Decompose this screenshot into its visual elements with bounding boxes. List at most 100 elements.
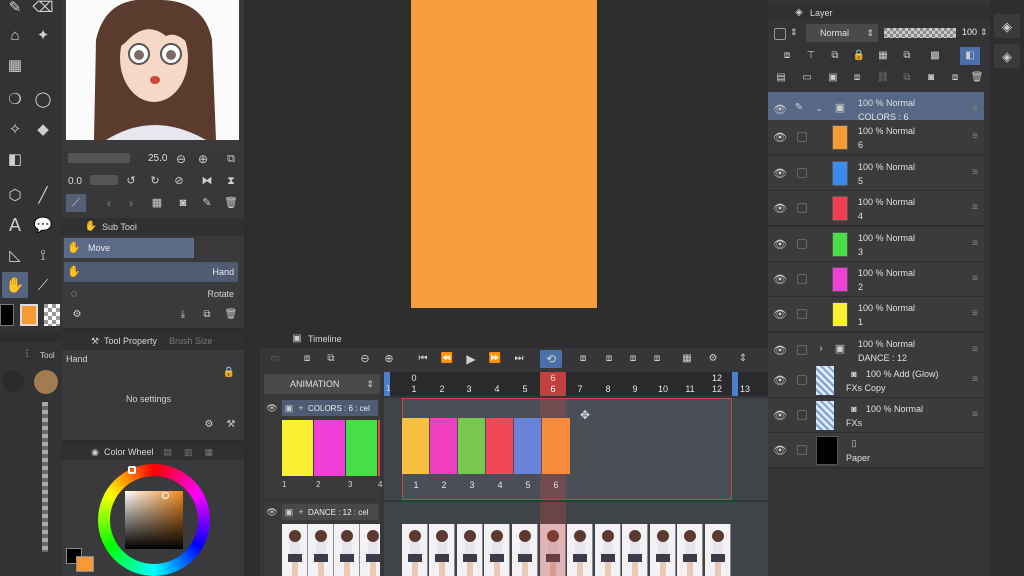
visibility-eye-icon[interactable]: 👁 [773, 238, 787, 251]
main-color-swatch[interactable] [0, 304, 14, 326]
lasso-tool-icon[interactable]: ◯ [32, 88, 54, 110]
rotate-left-icon[interactable]: ↺ [124, 174, 138, 188]
eyedropper-tool-icon[interactable]: ⟋ [32, 274, 54, 296]
subtool-item-hand[interactable]: ✋ Hand [64, 262, 238, 282]
mask-add-icon[interactable]: ◙ [924, 71, 938, 85]
layer-menu-icon[interactable]: ≡ [972, 238, 978, 249]
brush-preview-light[interactable] [34, 370, 58, 394]
timeline-expand-icon[interactable]: ⧉ [324, 352, 338, 366]
subtool-settings-icon[interactable]: ⚙ [70, 308, 84, 322]
layer-row-1[interactable]: 👁 100 % Normal 1 ≡ [768, 297, 984, 332]
layer-checkbox[interactable] [797, 203, 807, 213]
next-frame-icon[interactable]: ⏩ [488, 352, 502, 366]
fill-tool-icon[interactable]: ⌂ [4, 24, 26, 46]
layer-checkbox[interactable] [797, 274, 807, 284]
visibility-eye-icon[interactable]: 👁 [773, 374, 787, 387]
color-history-tab-icon[interactable]: ▥ [184, 447, 193, 457]
layer-row-fxs[interactable]: 👁 ◙ 100 % Normal FXs ≡ [768, 398, 984, 433]
layer-menu-icon[interactable]: ≡ [972, 374, 978, 385]
visibility-eye-icon[interactable]: 👁 [773, 273, 787, 286]
color-picker-marker[interactable] [162, 492, 169, 499]
zoom-in-icon[interactable]: ⊕ [196, 152, 210, 166]
brush-preview-dark[interactable] [2, 370, 24, 392]
zoom-out-icon[interactable]: ⊖ [174, 152, 188, 166]
gradient-tool-icon[interactable]: ◧ [4, 148, 26, 170]
subtool-copy-icon[interactable]: ⧉ [200, 308, 214, 322]
layer-menu-icon[interactable]: ≡ [972, 202, 978, 213]
clip-layer-icon[interactable]: ⧉ [828, 49, 842, 63]
timeline-options-icon[interactable]: ⚙ [706, 352, 720, 366]
layer-menu-icon[interactable]: ≡ [972, 103, 978, 114]
correct-line-icon[interactable]: ⟟ [32, 244, 54, 266]
figure-tool-icon[interactable]: ⬡ [4, 184, 26, 206]
subtool-group-move[interactable]: ✋ Move [64, 238, 194, 258]
flip-horizontal-icon[interactable]: ⧓ [200, 174, 214, 188]
frame-ruler[interactable]: 1 0 6 12 1 2 3 4 5 6 7 8 9 10 11 12 13 [384, 372, 768, 396]
layer-checkbox[interactable] [797, 168, 807, 178]
balloon-tool-icon[interactable]: 💬 [32, 214, 54, 236]
property-settings-icon[interactable]: ⚙ [202, 418, 216, 432]
visibility-eye-icon[interactable]: 👁 [773, 344, 787, 357]
sub-color-indicator[interactable] [76, 556, 94, 572]
link-icon[interactable]: ⛓ [876, 71, 890, 85]
layer-color-active-icon[interactable]: ◧ [960, 47, 980, 65]
lock-alpha-icon[interactable]: ▦ [876, 49, 890, 63]
flip-vertical-icon[interactable]: ⧗ [224, 174, 238, 188]
bucket-tool-icon[interactable]: ◆ [32, 118, 54, 140]
transparent-color-swatch[interactable] [44, 304, 60, 326]
rotate-right-icon[interactable]: ↻ [148, 174, 162, 188]
layer-row-3[interactable]: 👁 100 % Normal 3 ≡ [768, 227, 984, 262]
subtool-item-rotate[interactable]: ◌ Rotate [64, 284, 238, 304]
colors-cel-6[interactable] [542, 418, 570, 474]
opacity-stepper-icon[interactable]: ⇕ [980, 27, 988, 38]
layer-row-2[interactable]: 👁 100 % Normal 2 ≡ [768, 262, 984, 297]
track-visibility-eye-icon[interactable]: 👁 [266, 402, 278, 414]
brush-size-tab[interactable]: Brush Size [169, 336, 213, 346]
hue-ring[interactable] [98, 464, 210, 576]
reset-rotation-icon[interactable]: ⊘ [172, 174, 186, 188]
saturation-value-square[interactable] [125, 491, 183, 549]
layer-row-fxs-copy[interactable]: 👁 ◙ 100 % Add (Glow) FXs Copy ≡ [768, 363, 984, 398]
sub-color-swatch[interactable] [20, 304, 38, 326]
colors-track-frames[interactable]: 1 2 3 4 5 6 ✥ [384, 398, 768, 500]
layer-checkbox[interactable] [797, 132, 807, 142]
colors-cel-2[interactable] [430, 418, 457, 474]
animation-selector[interactable]: ANIMATION ⇕ [264, 374, 380, 394]
layer-stepper-icon[interactable]: ⇕ [790, 27, 798, 38]
folder-expand-icon[interactable]: ⌄ [814, 102, 824, 114]
layer-checkbox[interactable] [797, 375, 807, 385]
lock-icon[interactable]: 🔒 [222, 366, 236, 380]
timeline-zoom-in-icon[interactable]: ⊕ [382, 352, 396, 366]
grid-tool-icon[interactable]: ▦ [4, 54, 26, 76]
new-timeline-icon[interactable]: ▭ [268, 352, 282, 366]
dance-track-label-box[interactable]: ▣ + DANCE : 12 : cel [282, 504, 378, 520]
new-fill-icon[interactable]: ⧈ [850, 71, 864, 85]
ruler-tool-icon[interactable]: ◺ [4, 244, 26, 266]
blend-tool-icon[interactable]: ❍ [4, 88, 26, 110]
subtool-delete-icon[interactable]: 🗑 [224, 308, 238, 322]
dock-layer-tab-icon[interactable]: ◈ [994, 14, 1020, 38]
next-arrow-icon[interactable]: › [124, 194, 138, 212]
timeline-zoom-out-icon[interactable]: ⊖ [358, 352, 372, 366]
layer-menu-icon[interactable]: ≡ [972, 131, 978, 142]
layer-row-5[interactable]: 👁 100 % Normal 5 ≡ [768, 156, 984, 191]
layer-checkbox[interactable] [797, 445, 807, 455]
frame-settings-icon[interactable]: ▦ [680, 352, 694, 366]
color-set-tab-icon[interactable]: ▤ [164, 447, 173, 457]
track-visibility-eye-icon[interactable]: 👁 [266, 506, 278, 518]
timeline-stepper-icon[interactable]: ⇕ [736, 352, 750, 366]
new-folder-icon[interactable]: ▣ [826, 71, 840, 85]
layer-menu-icon[interactable]: ≡ [972, 167, 978, 178]
visibility-eye-icon[interactable]: 👁 [773, 308, 787, 321]
ref-layer-icon[interactable]: ⧈ [780, 49, 794, 63]
colors-cel-4[interactable] [486, 418, 513, 474]
delete-layer-icon[interactable]: 🗑 [970, 71, 984, 85]
layer-row-4[interactable]: 👁 100 % Normal 4 ≡ [768, 191, 984, 226]
property-wrench-icon[interactable]: ⚒ [224, 418, 238, 432]
opacity-bar[interactable] [884, 28, 956, 38]
layer-row-paper[interactable]: 👁 ▯ Paper [768, 433, 984, 468]
mask-icon[interactable]: ⧉ [900, 49, 914, 63]
visibility-eye-icon[interactable]: 👁 [773, 167, 787, 180]
trash-icon[interactable]: 🗑 [224, 194, 238, 212]
line-tool-icon[interactable]: ╱ [32, 184, 54, 206]
